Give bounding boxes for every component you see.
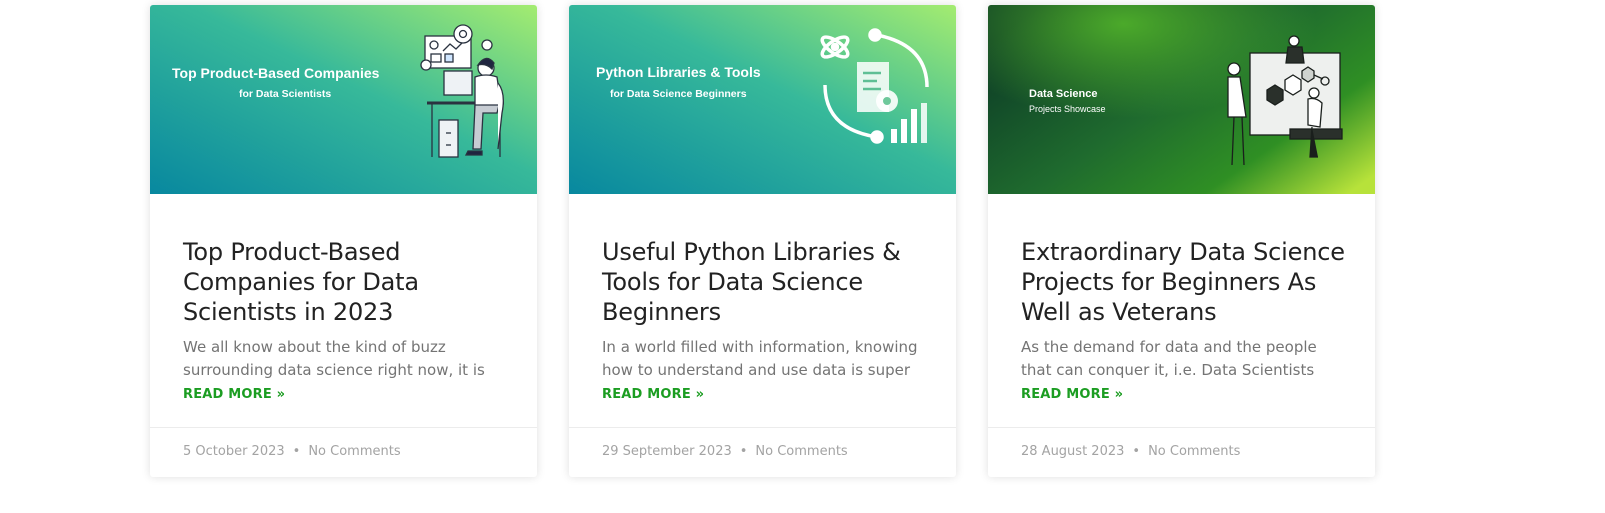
post-title[interactable]: Extraordinary Data Science Projects for … xyxy=(1021,237,1351,327)
post-date: 28 August 2023 xyxy=(1021,444,1125,459)
post-date: 5 October 2023 xyxy=(183,444,285,459)
thumb-subtitle: Projects Showcase xyxy=(1029,104,1106,114)
post-thumbnail[interactable]: Top Product-Based Companies for Data Sci… xyxy=(150,5,537,194)
post-comments: No Comments xyxy=(755,444,848,459)
blog-card: Top Product-Based Companies for Data Sci… xyxy=(150,5,537,477)
read-more-link[interactable]: READ MORE » xyxy=(602,387,932,402)
post-excerpt: In a world filled with information, know… xyxy=(602,338,918,379)
post-meta: 29 September 2023 • No Comments xyxy=(569,427,956,477)
post-date: 29 September 2023 xyxy=(602,444,732,459)
post-comments: No Comments xyxy=(308,444,401,459)
thumb-subtitle: for Data Science Beginners xyxy=(610,88,747,100)
post-thumbnail[interactable]: Data Science Projects Showcase xyxy=(988,5,1375,194)
thumb-title: Top Product-Based Companies xyxy=(172,65,380,81)
meta-separator: • xyxy=(739,444,748,459)
post-comments: No Comments xyxy=(1148,444,1241,459)
read-more-link[interactable]: READ MORE » xyxy=(1021,387,1351,402)
post-meta: 28 August 2023 • No Comments xyxy=(988,427,1375,477)
post-title[interactable]: Useful Python Libraries & Tools for Data… xyxy=(602,237,932,327)
thumb-title: Data Science xyxy=(1029,88,1097,100)
post-title[interactable]: Top Product-Based Companies for Data Sci… xyxy=(183,237,513,327)
thumb-title: Python Libraries & Tools xyxy=(596,64,761,80)
meta-separator: • xyxy=(292,444,301,459)
thumb-subtitle: for Data Scientists xyxy=(239,88,331,100)
meta-separator: • xyxy=(1132,444,1141,459)
blog-card: Data Science Projects Showcase Extraordi… xyxy=(988,5,1375,477)
blog-card: Python Libraries & Tools for Data Scienc… xyxy=(569,5,956,477)
post-meta: 5 October 2023 • No Comments xyxy=(150,427,537,477)
post-excerpt: We all know about the kind of buzz surro… xyxy=(183,338,485,379)
read-more-link[interactable]: READ MORE » xyxy=(183,387,513,402)
post-excerpt: As the demand for data and the people th… xyxy=(1021,338,1317,379)
post-thumbnail[interactable]: Python Libraries & Tools for Data Scienc… xyxy=(569,5,956,194)
